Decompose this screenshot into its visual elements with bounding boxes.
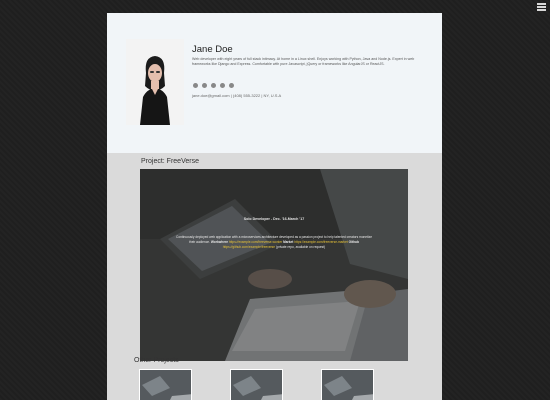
- worker-label: Workwhere: [210, 240, 228, 244]
- linkedin-icon[interactable]: [202, 83, 207, 88]
- project-thumbnail[interactable]: [230, 369, 283, 400]
- market-link[interactable]: https://example.com/freeverse-market: [294, 240, 348, 244]
- github-label: Github: [348, 240, 359, 244]
- market-label: Market: [283, 240, 294, 244]
- stack-overflow-icon[interactable]: [211, 83, 216, 88]
- settings-icon[interactable]: [229, 83, 234, 88]
- laptop-photo: [140, 169, 408, 361]
- portfolio-page: Jane Doe Web developer with eight years …: [107, 13, 442, 400]
- github-icon[interactable]: [193, 83, 198, 88]
- project-role: Solo Developer - Dec. '16-March '17: [243, 217, 305, 221]
- project-thumbnail[interactable]: [139, 369, 192, 400]
- project-details: Solo Developer - Dec. '16-March '17 Cont…: [174, 217, 374, 250]
- github-link[interactable]: https://github.com/example/freeverse: [223, 245, 275, 249]
- profile-photo: [126, 39, 184, 125]
- social-links: [193, 83, 238, 88]
- other-projects-title: Other Projects: [134, 357, 179, 364]
- project-title: Project: FreeVerse: [141, 158, 199, 165]
- project-description: Continuously deployed web application wi…: [174, 235, 374, 250]
- private-repo-note: (private repo, available on request): [275, 245, 326, 249]
- hamburger-menu-icon[interactable]: [537, 3, 546, 11]
- project-thumbnail[interactable]: [321, 369, 374, 400]
- contact-info: jane.doe@gmail.com | (408) 555-3222 | NY…: [192, 93, 282, 98]
- project-hero[interactable]: Solo Developer - Dec. '16-March '17 Cont…: [140, 169, 408, 361]
- profile-bio: Web developer with eight years of full s…: [192, 57, 415, 67]
- chat-icon[interactable]: [220, 83, 225, 88]
- other-projects-list: [139, 369, 412, 400]
- worker-link[interactable]: https://example.com/freeverse-worker: [229, 240, 282, 244]
- profile-section: Jane Doe Web developer with eight years …: [107, 13, 442, 153]
- profile-name: Jane Doe: [192, 44, 233, 55]
